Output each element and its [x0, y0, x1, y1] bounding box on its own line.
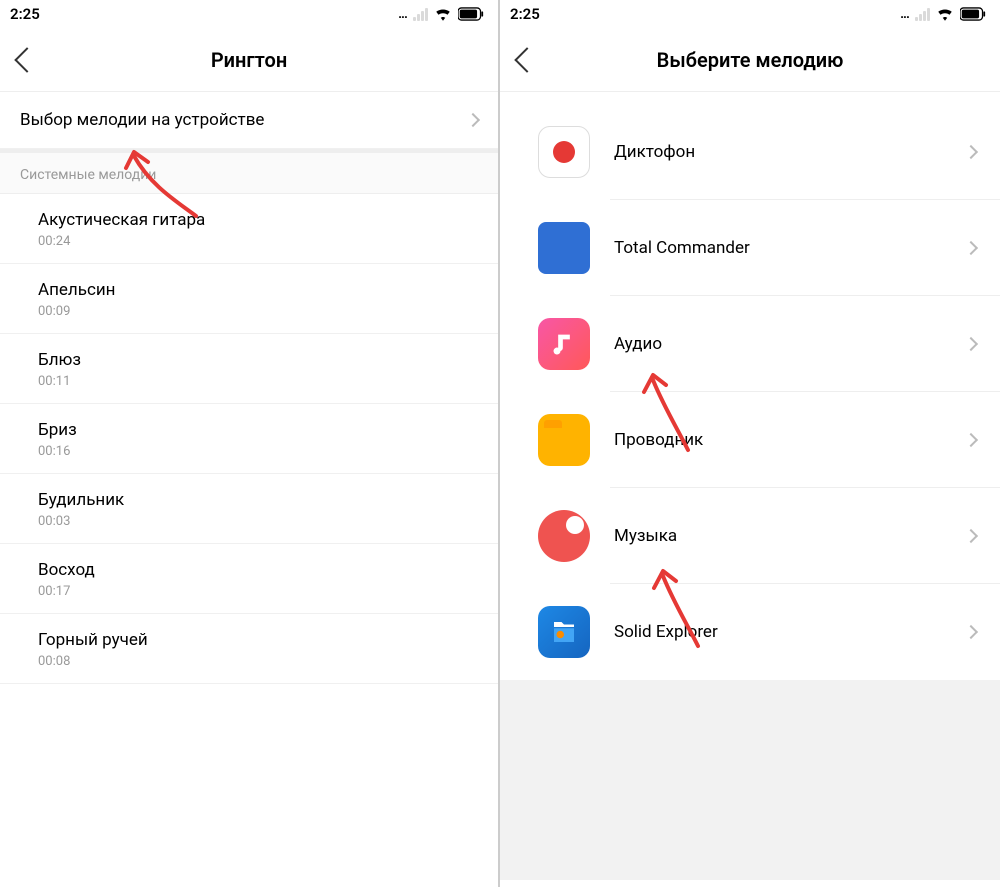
status-icons: ...	[398, 6, 484, 22]
song-row[interactable]: Восход 00:17	[0, 544, 498, 614]
song-duration: 00:09	[38, 304, 478, 319]
song-duration: 00:24	[38, 234, 478, 249]
solid-explorer-icon	[538, 606, 590, 658]
select-on-device-label: Выбор мелодии на устройстве	[20, 110, 468, 130]
section-header-system-melodies: Системные мелодии	[0, 149, 498, 194]
file-explorer-icon	[538, 414, 590, 466]
network-dots-icon: ...	[900, 6, 909, 22]
song-duration: 00:03	[38, 514, 478, 529]
audio-icon	[538, 318, 590, 370]
chevron-right-icon	[964, 433, 978, 447]
status-bar: 2:25 ...	[0, 0, 498, 28]
status-time: 2:25	[10, 5, 40, 23]
song-row[interactable]: Апельсин 00:09	[0, 264, 498, 334]
music-icon	[538, 510, 590, 562]
song-title: Будильник	[38, 490, 478, 510]
select-on-device-row[interactable]: Выбор мелодии на устройстве	[0, 92, 498, 149]
phone-screen-choose-melody: 2:25 ... Выберите мелодию Диктофон	[500, 0, 1000, 887]
app-row-music[interactable]: Музыка	[500, 488, 1000, 584]
app-row-recorder[interactable]: Диктофон	[500, 104, 1000, 200]
song-title: Бриз	[38, 420, 478, 440]
recorder-icon	[538, 126, 590, 178]
song-title: Апельсин	[38, 280, 478, 300]
app-label: Проводник	[614, 430, 966, 450]
song-row[interactable]: Блюз 00:11	[0, 334, 498, 404]
chevron-right-icon	[466, 113, 480, 127]
app-label: Музыка	[614, 526, 966, 546]
signal-icon	[413, 8, 428, 21]
song-duration: 00:17	[38, 584, 478, 599]
song-title: Блюз	[38, 350, 478, 370]
empty-area	[500, 680, 1000, 880]
page-header: Рингтон	[0, 28, 498, 92]
song-row[interactable]: Бриз 00:16	[0, 404, 498, 474]
system-songs-list: Акустическая гитара 00:24 Апельсин 00:09…	[0, 194, 498, 684]
network-dots-icon: ...	[398, 6, 407, 22]
status-icons: ...	[900, 6, 986, 22]
app-row-total-commander[interactable]: Total Commander	[500, 200, 1000, 296]
total-commander-icon	[538, 222, 590, 274]
status-bar: 2:25 ...	[500, 0, 1000, 28]
status-time: 2:25	[510, 5, 540, 23]
page-title: Рингтон	[0, 48, 498, 72]
song-title: Акустическая гитара	[38, 210, 478, 230]
page-header: Выберите мелодию	[500, 28, 1000, 92]
phone-screen-ringtone: 2:25 ... Рингтон Выбор мелодии на устрой…	[0, 0, 500, 887]
app-label: Диктофон	[614, 142, 966, 162]
song-duration: 00:16	[38, 444, 478, 459]
song-row[interactable]: Горный ручей 00:08	[0, 614, 498, 684]
app-label: Solid Explorer	[614, 622, 966, 642]
app-label: Аудио	[614, 334, 966, 354]
page-title: Выберите мелодию	[500, 48, 1000, 72]
battery-icon	[458, 7, 484, 21]
wifi-icon	[936, 7, 954, 21]
app-row-audio[interactable]: Аудио	[500, 296, 1000, 392]
chevron-right-icon	[964, 529, 978, 543]
chevron-right-icon	[964, 625, 978, 639]
chevron-right-icon	[964, 337, 978, 351]
chevron-right-icon	[964, 145, 978, 159]
song-duration: 00:08	[38, 654, 478, 669]
battery-icon	[960, 7, 986, 21]
song-title: Восход	[38, 560, 478, 580]
app-label: Total Commander	[614, 238, 966, 258]
app-row-explorer[interactable]: Проводник	[500, 392, 1000, 488]
song-row[interactable]: Акустическая гитара 00:24	[0, 194, 498, 264]
wifi-icon	[434, 7, 452, 21]
song-title: Горный ручей	[38, 630, 478, 650]
song-row[interactable]: Будильник 00:03	[0, 474, 498, 544]
app-chooser-list: Диктофон Total Commander Аудио Проводник	[500, 104, 1000, 680]
song-duration: 00:11	[38, 374, 478, 389]
signal-icon	[915, 8, 930, 21]
app-row-solid-explorer[interactable]: Solid Explorer	[500, 584, 1000, 680]
chevron-right-icon	[964, 241, 978, 255]
